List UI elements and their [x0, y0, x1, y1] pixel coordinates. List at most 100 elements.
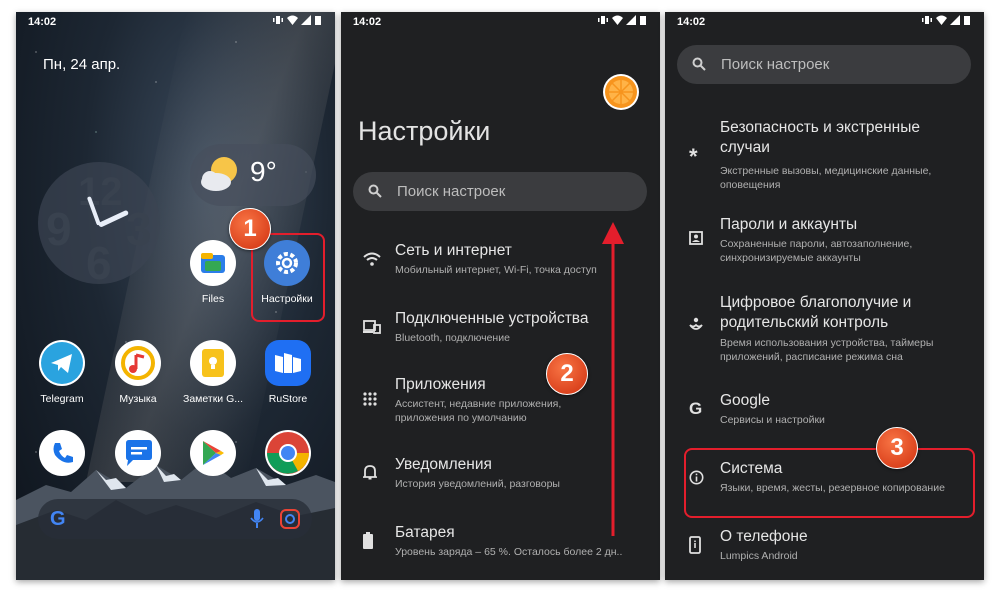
- status-time: 14:02: [28, 16, 57, 28]
- google-g-logo-icon: G: [50, 508, 66, 530]
- google-g-icon: G: [689, 399, 703, 418]
- signal-icon: [301, 15, 311, 25]
- signal-icon: [626, 15, 636, 25]
- app-play-store[interactable]: [178, 430, 248, 476]
- system-highlight-frame: [684, 448, 975, 518]
- status-bar: 14:02: [16, 12, 335, 34]
- vibrate-icon: [922, 15, 932, 25]
- app-keep-notes[interactable]: Заметки G...: [178, 340, 248, 405]
- phone-info-icon: [689, 536, 701, 554]
- status-time: 14:02: [677, 16, 706, 28]
- app-label: Заметки G...: [183, 393, 243, 405]
- scroll-up-arrow: [602, 222, 624, 536]
- item-title: Подключенные устройства: [395, 310, 589, 327]
- status-bar: 14:02: [341, 12, 660, 34]
- search-icon: [692, 57, 706, 71]
- app-messages[interactable]: [103, 430, 173, 476]
- search-placeholder: Поиск настроек: [397, 183, 506, 200]
- music-icon: [115, 340, 161, 386]
- rustore-icon: [265, 340, 311, 386]
- battery-status-icon: [315, 15, 325, 25]
- battery-status-icon: [964, 15, 974, 25]
- app-music[interactable]: Музыка: [103, 340, 173, 405]
- settings-scrolled-screen: 14:02 Поиск настроек * Безопасность и эк…: [665, 12, 984, 580]
- partly-cloudy-icon: [201, 157, 237, 191]
- clock-number-6: 6: [86, 237, 112, 289]
- orange-avatar-icon: [605, 76, 637, 108]
- app-label: Музыка: [119, 393, 157, 405]
- asterisk-icon: *: [689, 144, 698, 169]
- page-title: Настройки: [358, 116, 491, 146]
- clock-number-9: 9: [46, 203, 72, 255]
- signal-icon: [950, 15, 960, 25]
- apps-grid-icon: [363, 392, 377, 406]
- settings-item-google[interactable]: G Google Сервисы и настройки: [665, 392, 984, 442]
- search-icon: [368, 184, 382, 198]
- clock-number-3: 3: [126, 203, 152, 255]
- settings-item-passwords[interactable]: Пароли и аккаунты Сохраненные пароли, ав…: [665, 216, 984, 274]
- account-avatar[interactable]: [603, 74, 639, 110]
- app-phone[interactable]: [27, 430, 97, 476]
- item-subtitle: Lumpics Android: [720, 550, 798, 562]
- item-title: Приложения: [395, 376, 486, 393]
- wifi-status-icon: [936, 15, 947, 25]
- wellbeing-icon: [689, 317, 703, 330]
- app-files[interactable]: Files: [178, 240, 248, 305]
- telegram-icon: [39, 340, 85, 386]
- item-title: Безопасность и экстренные случаи: [720, 119, 920, 156]
- app-label: Files: [201, 293, 225, 305]
- item-title: Батарея: [395, 524, 455, 541]
- vibrate-icon: [598, 15, 608, 25]
- settings-highlight-frame: [251, 233, 325, 322]
- app-label: Telegram: [40, 393, 84, 405]
- devices-icon: [363, 320, 381, 334]
- step-badge-3: 3: [876, 427, 918, 469]
- item-subtitle: Мобильный интернет, Wi-Fi, точка доступ: [395, 264, 597, 276]
- search-placeholder: Поиск настроек: [721, 56, 830, 73]
- phone-icon: [39, 430, 85, 476]
- app-label: RuStore: [268, 393, 308, 405]
- item-title: Уведомления: [395, 456, 492, 473]
- clock-number-12: 12: [78, 170, 123, 214]
- item-subtitle: Ассистент, недавние приложения, приложен…: [395, 398, 562, 424]
- messages-icon: [115, 430, 161, 476]
- wifi-icon: [363, 252, 381, 266]
- app-chrome[interactable]: [253, 430, 323, 476]
- date-widget[interactable]: Пн, 24 апр.: [43, 56, 120, 73]
- home-screen: 14:02 Пн, 24 апр. 12 9 3 6 9° Files Наст…: [16, 12, 335, 580]
- vibrate-icon: [273, 15, 283, 25]
- item-title: Цифровое благополучие и родительский кон…: [720, 294, 912, 331]
- settings-item-about-phone[interactable]: О телефоне Lumpics Android: [665, 528, 984, 578]
- battery-status-icon: [640, 15, 650, 25]
- files-app-icon: [190, 240, 236, 286]
- google-lens-icon[interactable]: [280, 509, 300, 529]
- status-bar: 14:02: [665, 12, 984, 34]
- clock-widget[interactable]: 12 9 3 6: [38, 162, 160, 289]
- chrome-icon: [265, 430, 311, 476]
- bell-icon: [363, 465, 377, 480]
- google-search-bar[interactable]: G: [38, 499, 312, 539]
- app-telegram[interactable]: Telegram: [27, 340, 97, 405]
- weather-widget[interactable]: 9°: [190, 144, 316, 206]
- wifi-status-icon: [287, 15, 298, 25]
- item-subtitle: Время использования устройства, таймеры …: [720, 337, 934, 363]
- app-rustore[interactable]: RuStore: [253, 340, 323, 405]
- wifi-status-icon: [612, 15, 623, 25]
- step-badge-1: 1: [229, 208, 271, 250]
- item-title: Пароли и аккаунты: [720, 216, 858, 233]
- status-time: 14:02: [353, 16, 382, 28]
- search-input[interactable]: Поиск настроек: [677, 45, 971, 84]
- microphone-icon[interactable]: [250, 509, 264, 529]
- item-subtitle: Сохраненные пароли, автозаполнение, синх…: [720, 238, 913, 264]
- item-subtitle: Сервисы и настройки: [720, 414, 825, 426]
- settings-item-safety[interactable]: * Безопасность и экстренные случаи Экстр…: [665, 118, 984, 194]
- search-input[interactable]: Поиск настроек: [353, 172, 647, 211]
- item-subtitle: Экстренные вызовы, медицинские данные, о…: [720, 165, 932, 191]
- item-title: Google: [720, 392, 770, 409]
- item-subtitle: История уведомлений, разговоры: [395, 478, 560, 490]
- play-store-icon: [190, 430, 236, 476]
- item-subtitle: Bluetooth, подключение: [395, 332, 510, 344]
- item-title: О телефоне: [720, 528, 808, 545]
- settings-item-wellbeing[interactable]: Цифровое благополучие и родительский кон…: [665, 293, 984, 371]
- settings-main-screen: 14:02 Настройки Поиск настроек Сеть и ин…: [341, 12, 660, 580]
